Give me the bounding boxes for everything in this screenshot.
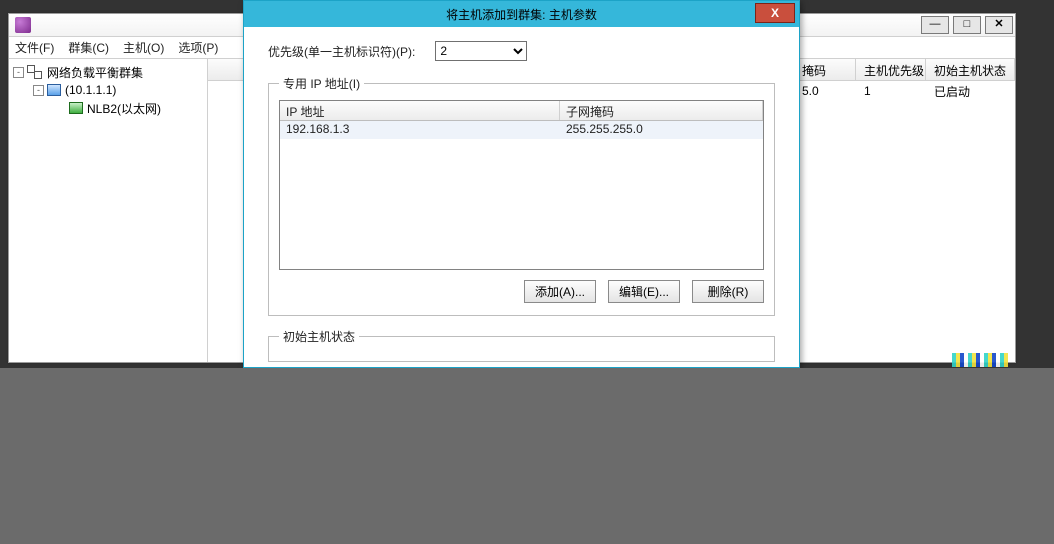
remove-ip-button[interactable]: 删除(R) bbox=[692, 280, 764, 303]
tree-cluster[interactable]: - (10.1.1.1) bbox=[11, 81, 205, 99]
ipcol-ip[interactable]: IP 地址 bbox=[280, 101, 560, 120]
add-ip-button[interactable]: 添加(A)... bbox=[524, 280, 596, 303]
close-button[interactable]: ✕ bbox=[985, 16, 1013, 34]
menu-file[interactable]: 文件(F) bbox=[15, 39, 54, 56]
priority-label: 优先级(单一主机标识符)(P): bbox=[268, 43, 415, 60]
cell-priority: 1 bbox=[856, 82, 926, 100]
ipcell-mask: 255.255.255.0 bbox=[560, 121, 763, 139]
collapse-icon[interactable]: - bbox=[33, 85, 44, 96]
state-fieldset: 初始主机状态 bbox=[268, 328, 775, 362]
tree-root[interactable]: - 网络负载平衡群集 bbox=[11, 63, 205, 81]
window-controls: — □ ✕ bbox=[921, 16, 1013, 34]
maximize-button[interactable]: □ bbox=[953, 16, 981, 34]
menu-cluster[interactable]: 群集(C) bbox=[68, 39, 109, 56]
col-mask[interactable]: 掩码 bbox=[794, 59, 856, 80]
ip-table: IP 地址 子网掩码 192.168.1.3 255.255.255.0 bbox=[279, 100, 764, 270]
cluster-tree: - 网络负载平衡群集 - (10.1.1.1) NLB2(以太网) bbox=[9, 59, 208, 362]
col-state[interactable]: 初始主机状态 bbox=[926, 59, 1015, 80]
tree-host-label: NLB2(以太网) bbox=[87, 100, 161, 117]
cropped-area bbox=[0, 368, 1054, 544]
menu-options[interactable]: 选项(P) bbox=[178, 39, 218, 56]
minimize-button[interactable]: — bbox=[921, 16, 949, 34]
cell-state: 已启动 bbox=[926, 81, 1015, 102]
menu-host[interactable]: 主机(O) bbox=[123, 39, 164, 56]
dialog-title: 将主机添加到群集: 主机参数 bbox=[446, 6, 597, 23]
tree-root-label: 网络负载平衡群集 bbox=[47, 64, 143, 81]
col-priority[interactable]: 主机优先级 bbox=[856, 59, 926, 80]
ip-fieldset-legend: 专用 IP 地址(I) bbox=[279, 75, 364, 92]
edit-ip-button[interactable]: 编辑(E)... bbox=[608, 280, 680, 303]
state-fieldset-legend: 初始主机状态 bbox=[279, 328, 359, 345]
cell-mask: 5.0 bbox=[794, 82, 856, 100]
ipcol-mask[interactable]: 子网掩码 bbox=[560, 101, 763, 120]
app-icon bbox=[15, 17, 31, 33]
tree-cluster-label: (10.1.1.1) bbox=[65, 83, 116, 97]
priority-select[interactable]: 2 bbox=[435, 41, 527, 61]
artifact-icon bbox=[952, 353, 1008, 367]
ipcell-ip: 192.168.1.3 bbox=[280, 121, 560, 139]
host-icon bbox=[69, 102, 83, 114]
nlb-root-icon bbox=[27, 65, 43, 79]
collapse-icon[interactable]: - bbox=[13, 67, 24, 78]
dialog-titlebar: 将主机添加到群集: 主机参数 X bbox=[244, 1, 799, 27]
ip-fieldset: 专用 IP 地址(I) IP 地址 子网掩码 192.168.1.3 255.2… bbox=[268, 75, 775, 316]
cluster-icon bbox=[47, 84, 61, 96]
tree-host[interactable]: NLB2(以太网) bbox=[11, 99, 205, 117]
ip-row[interactable]: 192.168.1.3 255.255.255.0 bbox=[280, 121, 763, 139]
add-host-dialog: 将主机添加到群集: 主机参数 X 优先级(单一主机标识符)(P): 2 专用 I… bbox=[243, 0, 800, 368]
dialog-close-button[interactable]: X bbox=[755, 3, 795, 23]
